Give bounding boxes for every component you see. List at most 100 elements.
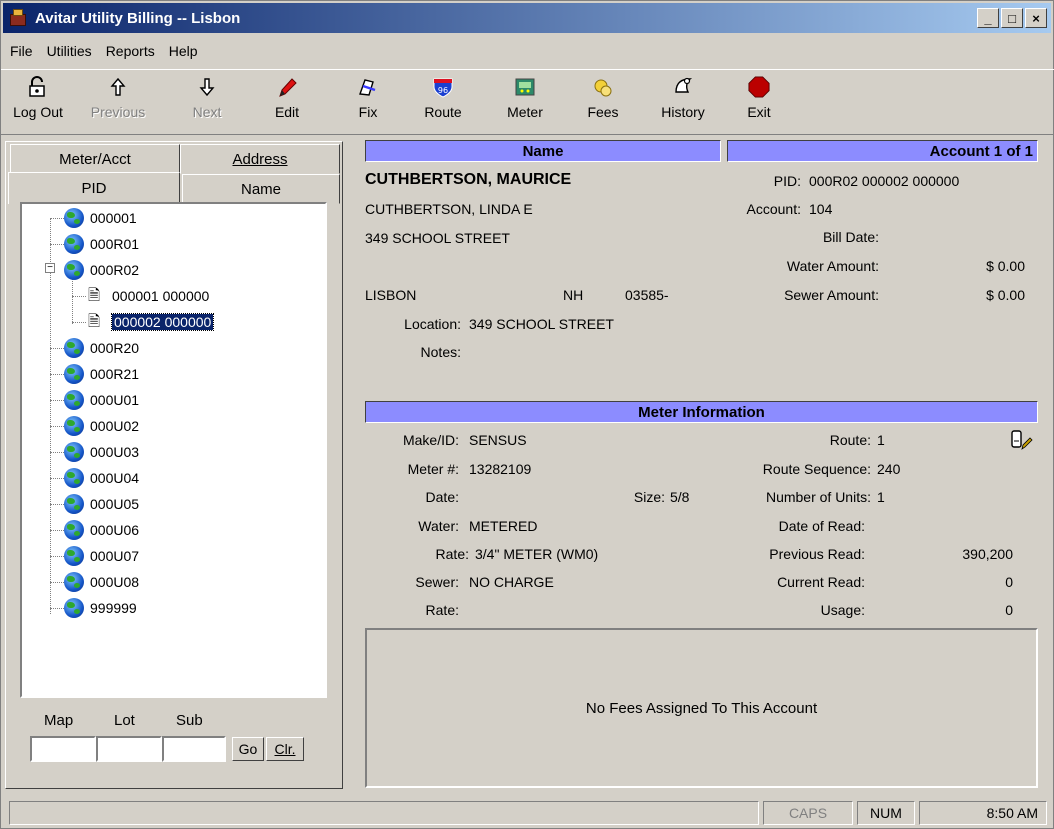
menu-file[interactable]: File — [3, 43, 40, 59]
meter-info-header-label: Meter Information — [638, 403, 765, 421]
edit-meter-icon[interactable] — [1009, 429, 1033, 453]
tab-meter-acct[interactable]: Meter/Acct — [10, 144, 180, 174]
lot-input[interactable] — [96, 736, 162, 762]
minimize-button[interactable]: _ — [977, 8, 999, 28]
route-button[interactable]: 96 Route — [415, 76, 471, 132]
meter-button[interactable]: Meter — [497, 76, 553, 132]
fix-button[interactable]: Fix — [353, 76, 383, 132]
go-label: Go — [238, 741, 258, 757]
app-icon[interactable] — [9, 8, 29, 28]
water-rate-value: 3/4" METER (WM0) — [475, 546, 599, 562]
map-input[interactable] — [30, 736, 96, 762]
tree-item[interactable]: 000U03 — [38, 440, 139, 464]
tree-item[interactable]: 000R01 — [38, 232, 139, 256]
tree-item[interactable]: 999999 — [38, 596, 137, 620]
tree-item-label: 000U04 — [90, 470, 140, 486]
tree-item[interactable]: 000001 — [38, 206, 137, 230]
next-button[interactable]: Next — [183, 76, 231, 132]
street-address: 349 SCHOOL STREET — [365, 230, 510, 246]
tab-pid[interactable]: PID — [8, 172, 180, 204]
num-text: NUM — [870, 805, 902, 821]
tree-child-item[interactable]: 🗎 000001 000000 — [58, 284, 209, 308]
document-stack-icon: 🗎 — [88, 313, 101, 330]
meter-info-header: Meter Information — [365, 401, 1038, 423]
tab-address[interactable]: Address — [180, 144, 340, 174]
menu-utilities[interactable]: Utilities — [40, 43, 99, 59]
fees-panel: No Fees Assigned To This Account — [365, 628, 1038, 788]
account-label: Account: — [746, 201, 801, 217]
tree-item[interactable]: 000U07 — [38, 544, 139, 568]
history-label: History — [661, 104, 705, 120]
tree-item-label: 000U01 — [90, 392, 140, 408]
tree-item-label: 000R21 — [90, 366, 140, 382]
tree-item-label: 999999 — [90, 600, 137, 616]
history-button[interactable]: History — [651, 76, 715, 132]
maximize-button[interactable]: □ — [1001, 8, 1023, 28]
globe-icon — [64, 572, 84, 592]
tree-item-label: 000U03 — [90, 444, 140, 460]
globe-icon — [64, 468, 84, 488]
globe-icon — [64, 494, 84, 514]
pid-tree[interactable]: 000001 000R01 − 000R02 🗎 000001 000000 🗎 0… — [20, 202, 327, 698]
pencil-icon — [276, 76, 298, 98]
globe-icon — [64, 234, 84, 254]
name-header: Name — [365, 140, 721, 162]
pid-value: 000R02 000002 000000 — [809, 173, 960, 189]
map-label: Map — [44, 712, 74, 729]
menu-reports[interactable]: Reports — [99, 43, 162, 59]
tab-name[interactable]: Name — [182, 174, 340, 204]
tree-item[interactable]: 000U05 — [38, 492, 139, 516]
exit-button[interactable]: Exit — [741, 76, 777, 132]
tree-item-label: 000U06 — [90, 522, 140, 538]
number-of-units-value: 1 — [877, 489, 885, 505]
route-sequence-label: Route Sequence: — [762, 461, 871, 477]
sub-label: Sub — [176, 712, 203, 729]
tree-item[interactable]: 000R20 — [38, 336, 139, 360]
arrow-down-icon — [196, 76, 218, 98]
tree-child-item-selected[interactable]: 🗎 000002 000000 — [58, 310, 215, 334]
tree-item-label: 000U02 — [90, 418, 140, 434]
previous-read-label: Previous Read: — [769, 546, 865, 562]
globe-icon — [64, 442, 84, 462]
state: NH — [563, 287, 584, 303]
globe-icon — [64, 598, 84, 618]
meter-label: Meter — [507, 104, 543, 120]
globe-icon — [64, 338, 84, 358]
route-label: Route: — [829, 432, 871, 448]
sub-input[interactable] — [162, 736, 226, 762]
tree-item-label: 000U08 — [90, 574, 140, 590]
globe-icon — [64, 364, 84, 384]
close-glyph: × — [1032, 10, 1040, 26]
edit-button[interactable]: Edit — [271, 76, 303, 132]
clear-button[interactable]: Clr. — [266, 737, 304, 761]
previous-button[interactable]: Previous — [71, 76, 165, 132]
sewer-amount-value: $ 0.00 — [986, 287, 1025, 303]
go-button[interactable]: Go — [232, 737, 264, 761]
caps-text: CAPS — [788, 805, 828, 821]
tree-item[interactable]: 000U04 — [38, 466, 139, 490]
tree-item-expanded[interactable]: 000R02 — [38, 258, 139, 282]
close-button[interactable]: × — [1025, 8, 1047, 28]
meter-icon — [514, 76, 536, 98]
name-header-label: Name — [522, 142, 564, 160]
num-indicator: NUM — [857, 801, 915, 825]
route-label: Route — [424, 104, 462, 120]
title-bar[interactable]: Avitar Utility Billing -- Lisbon _ □ × — [3, 3, 1051, 33]
water-service-value: METERED — [469, 518, 538, 534]
menu-help[interactable]: Help — [162, 43, 205, 59]
account-header-label: Account 1 of 1 — [929, 142, 1033, 160]
tree-item[interactable]: 000R21 — [38, 362, 139, 386]
menu-bar: File Utilities Reports Help — [3, 39, 205, 63]
logout-button[interactable]: Log Out — [5, 76, 71, 132]
tree-item[interactable]: 000U02 — [38, 414, 139, 438]
tree-item[interactable]: 000U06 — [38, 518, 139, 542]
window-title: Avitar Utility Billing -- Lisbon — [35, 9, 241, 27]
tree-item-label: 000R02 — [90, 262, 140, 278]
fees-button[interactable]: Fees — [579, 76, 627, 132]
tree-item[interactable]: 000U01 — [38, 388, 139, 412]
tree-item[interactable]: 000U08 — [38, 570, 139, 594]
size-label: Size: — [633, 489, 665, 505]
status-bar: CAPS NUM 8:50 AM — [1, 798, 1054, 828]
usage-value: 0 — [1005, 602, 1013, 618]
exit-label: Exit — [747, 104, 771, 120]
